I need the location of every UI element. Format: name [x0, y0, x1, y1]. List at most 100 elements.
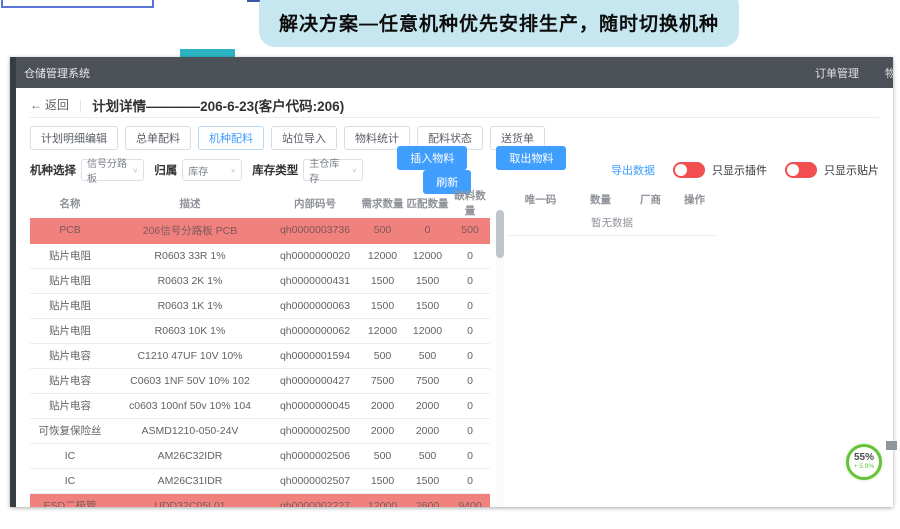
cell-shortage-qty: 0 — [450, 418, 490, 443]
show-only-tht-toggle[interactable] — [673, 162, 705, 178]
table-row[interactable]: ESD二极管 UDD32C05L01 qh0000002227 12000 26… — [30, 493, 490, 507]
cell-matched-qty: 0 — [405, 218, 450, 243]
machine-select-label: 机种选择 — [30, 162, 76, 178]
cell-demand-qty: 500 — [360, 443, 405, 468]
cell-internal-code: qh0000002507 — [270, 468, 360, 493]
cell-desc: UDD32C05L01 — [110, 493, 270, 507]
table-scrollbar-track[interactable] — [496, 210, 504, 507]
cell-shortage-qty: 0 — [450, 368, 490, 393]
export-data-link[interactable]: 导出数据 — [611, 162, 655, 178]
cell-demand-qty: 12000 — [360, 243, 405, 268]
tab-2[interactable]: 机种配料 — [198, 126, 264, 150]
cell-demand-qty: 1500 — [360, 268, 405, 293]
cell-shortage-qty: 0 — [450, 268, 490, 293]
cell-matched-qty: 1500 — [405, 468, 450, 493]
empty-row: 暂无数据 — [508, 210, 716, 235]
table-row[interactable]: 贴片电阻 R0603 33R 1% qh0000000020 12000 120… — [30, 243, 490, 268]
material-table-header: 名称 描述 内部码号 需求数量 匹配数量 缺料数量 — [30, 188, 490, 218]
stock-type-select-value: 主仓库存 — [309, 155, 347, 185]
cell-internal-code: qh0000003736 — [270, 218, 360, 243]
cell-demand-qty: 2000 — [360, 393, 405, 418]
cell-matched-qty: 12000 — [405, 318, 450, 343]
empty-data-text: 暂无数据 — [508, 210, 716, 235]
cell-demand-qty: 7500 — [360, 368, 405, 393]
takeout-material-button[interactable]: 取出物料 — [496, 146, 566, 170]
cell-internal-code: qh0000001594 — [270, 343, 360, 368]
solution-banner-text: 解决方案—任意机种优先安排生产，随时切换机种 — [279, 9, 719, 47]
cell-name: 贴片电阻 — [30, 293, 110, 318]
show-only-smd-label: 只显示贴片 — [824, 162, 879, 178]
cell-desc: 206信号分路板 PCB — [110, 218, 270, 243]
table-row[interactable]: 贴片电阻 R0603 1K 1% qh0000000063 1500 1500 … — [30, 293, 490, 318]
cell-internal-code: qh0000000020 — [270, 243, 360, 268]
table-row[interactable]: 贴片电容 C1210 47UF 10V 10% qh0000001594 500… — [30, 343, 490, 368]
cell-internal-code: qh0000000427 — [270, 368, 360, 393]
back-button[interactable]: ← 返回 — [30, 96, 69, 113]
table-scrollbar-thumb[interactable] — [496, 210, 504, 258]
show-only-smd-toggle-wrap: 只显示贴片 — [785, 162, 879, 178]
table-row[interactable]: 可恢复保险丝 ASMD1210-050-24V qh0000002500 200… — [30, 418, 490, 443]
cell-demand-qty: 500 — [360, 218, 405, 243]
insert-material-button[interactable]: 插入物料 — [397, 146, 467, 170]
cell-name: 贴片电阻 — [30, 243, 110, 268]
col-matched-qty: 匹配数量 — [405, 188, 450, 218]
tab-1[interactable]: 总单配料 — [125, 126, 191, 150]
chevron-down-icon: ∨ — [230, 166, 236, 173]
cell-shortage-qty: 0 — [450, 318, 490, 343]
stock-type-select[interactable]: 主仓库存 ∨ — [303, 159, 363, 181]
table-row[interactable]: IC AM26C32IDR qh0000002506 500 500 0 — [30, 443, 490, 468]
table-row[interactable]: 贴片电容 c0603 100nf 50v 10% 104 qh000000004… — [30, 393, 490, 418]
table-row[interactable]: 贴片电阻 R0603 10K 1% qh0000000062 12000 120… — [30, 318, 490, 343]
tab-3[interactable]: 站位导入 — [271, 126, 337, 150]
col-action: 操作 — [673, 188, 716, 210]
table-row[interactable]: 贴片电阻 R0603 2K 1% qh0000000431 1500 1500 … — [30, 268, 490, 293]
cell-demand-qty: 12000 — [360, 318, 405, 343]
app-title: 仓储管理系统 — [24, 65, 90, 81]
slide-partial-box — [1, 0, 154, 8]
cell-name: 贴片电容 — [30, 343, 110, 368]
show-only-smd-toggle[interactable] — [785, 162, 817, 178]
action-buttons: 插入物料 取出物料 刷新 — [397, 146, 601, 194]
belong-select[interactable]: 库存 ∨ — [182, 159, 242, 181]
cell-name: 贴片电阻 — [30, 268, 110, 293]
col-shortage-qty: 缺料数量 — [450, 188, 490, 218]
breadcrumb-divider: | — [79, 98, 82, 112]
table-row[interactable]: IC AM26C31IDR qh0000002507 1500 1500 0 — [30, 468, 490, 493]
menu-order-management[interactable]: 订单管理 — [815, 65, 859, 81]
unique-code-table-header: 唯一码 数量 厂商 操作 — [508, 188, 716, 210]
cell-desc: AM26C32IDR — [110, 443, 270, 468]
cell-matched-qty: 2000 — [405, 418, 450, 443]
cell-matched-qty: 500 — [405, 443, 450, 468]
col-name: 名称 — [30, 188, 110, 218]
cell-matched-qty: 12000 — [405, 243, 450, 268]
show-only-tht-toggle-wrap: 只显示插件 — [673, 162, 767, 178]
cell-shortage-qty: 0 — [450, 393, 490, 418]
cell-name: 贴片电容 — [30, 393, 110, 418]
table-row[interactable]: PCB 206信号分路板 PCB qh0000003736 500 0 500 — [30, 218, 490, 243]
cell-shortage-qty: 0 — [450, 243, 490, 268]
belong-select-label: 归属 — [154, 162, 177, 178]
app-header: 仓储管理系统 订单管理 物 — [16, 57, 893, 88]
toggle-knob — [787, 164, 799, 176]
cell-desc: C1210 47UF 10V 10% — [110, 343, 270, 368]
cell-internal-code: qh0000000045 — [270, 393, 360, 418]
back-label: 返回 — [45, 96, 69, 113]
app-window: 仓储管理系统 订单管理 物 ← 返回 | 计划详情————206-6-23(客户… — [10, 57, 893, 507]
chevron-down-icon: ∨ — [132, 166, 138, 173]
col-internal-code: 内部码号 — [270, 188, 360, 218]
cell-matched-qty: 2000 — [405, 393, 450, 418]
cell-matched-qty: 7500 — [405, 368, 450, 393]
machine-select[interactable]: 信号分路板 ∨ — [81, 159, 144, 181]
app-content: ← 返回 | 计划详情————206-6-23(客户代码:206) 计划明细编辑… — [16, 92, 893, 507]
cell-name: 贴片电阻 — [30, 318, 110, 343]
chevron-down-icon: ∨ — [351, 166, 357, 173]
table-row[interactable]: 贴片电容 C0603 1NF 50V 10% 102 qh0000000427 … — [30, 368, 490, 393]
col-desc: 描述 — [110, 188, 270, 218]
tab-0[interactable]: 计划明细编辑 — [30, 126, 118, 150]
cell-shortage-qty: 0 — [450, 443, 490, 468]
menu-item-clipped[interactable]: 物 — [885, 65, 893, 81]
cell-internal-code: qh0000000063 — [270, 293, 360, 318]
col-demand-qty: 需求数量 — [360, 188, 405, 218]
toggle-knob — [675, 164, 687, 176]
stock-type-select-label: 库存类型 — [252, 162, 298, 178]
